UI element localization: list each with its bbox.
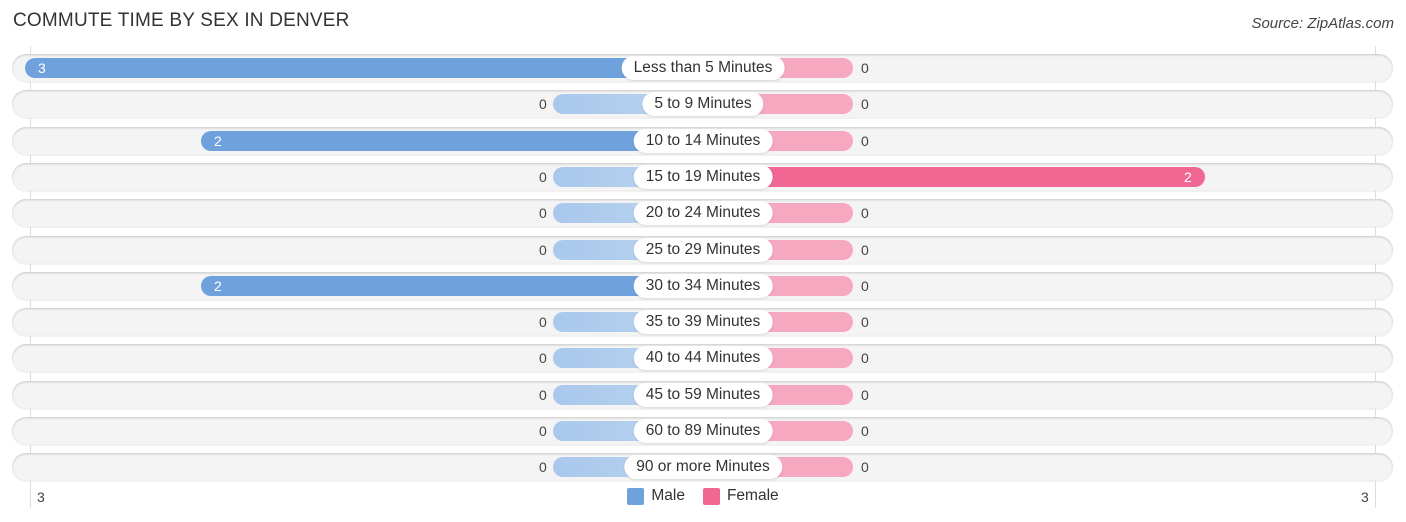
legend-label-female: Female bbox=[726, 487, 779, 504]
category-label: 35 to 39 Minutes bbox=[633, 310, 773, 335]
female-value-label: 0 bbox=[861, 96, 869, 113]
category-label: 45 to 59 Minutes bbox=[633, 382, 773, 407]
legend-item-male[interactable]: Male bbox=[627, 487, 685, 505]
male-value-label: 0 bbox=[539, 459, 547, 476]
source-label: Source: ZipAtlas.com bbox=[1251, 15, 1394, 32]
female-value-label: 0 bbox=[861, 459, 869, 476]
category-label: 20 to 24 Minutes bbox=[633, 201, 773, 226]
female-value-label: 0 bbox=[861, 241, 869, 258]
category-label: Less than 5 Minutes bbox=[621, 56, 785, 80]
legend-swatch-female bbox=[702, 487, 720, 505]
female-value-label: 0 bbox=[861, 314, 869, 331]
male-bar[interactable] bbox=[201, 130, 703, 151]
category-label: 60 to 89 Minutes bbox=[633, 419, 773, 443]
male-value-label: 0 bbox=[539, 168, 547, 185]
female-value-label: 0 bbox=[861, 350, 869, 367]
category-label: 25 to 29 Minutes bbox=[633, 237, 773, 262]
category-label: 10 to 14 Minutes bbox=[633, 128, 773, 153]
female-bar[interactable] bbox=[703, 166, 1205, 187]
category-label: 5 to 9 Minutes bbox=[642, 92, 764, 117]
female-value-label: 0 bbox=[861, 205, 869, 222]
male-value-label: 0 bbox=[539, 241, 547, 258]
female-value-label: 0 bbox=[861, 60, 869, 76]
male-value-label: 3 bbox=[38, 60, 46, 76]
male-value-label: 0 bbox=[539, 314, 547, 331]
male-value-label: 0 bbox=[539, 96, 547, 113]
category-label: 90 or more Minutes bbox=[624, 455, 782, 480]
male-value-label: 0 bbox=[539, 423, 547, 439]
category-label: 40 to 44 Minutes bbox=[633, 346, 773, 371]
male-value-label: 0 bbox=[539, 386, 547, 403]
male-value-label: 0 bbox=[539, 350, 547, 367]
legend-item-female[interactable]: Female bbox=[702, 487, 779, 505]
female-value-label: 0 bbox=[861, 277, 869, 294]
male-value-label: 0 bbox=[539, 205, 547, 222]
male-value-label: 2 bbox=[214, 132, 222, 149]
legend-label-male: Male bbox=[651, 487, 685, 504]
female-value-label: 2 bbox=[1184, 168, 1192, 185]
male-bar[interactable] bbox=[201, 275, 703, 296]
male-bar[interactable] bbox=[25, 58, 703, 78]
female-value-label: 0 bbox=[861, 132, 869, 149]
male-value-label: 2 bbox=[214, 277, 222, 294]
legend: Male Female bbox=[0, 487, 1406, 505]
female-value-label: 0 bbox=[861, 386, 869, 403]
category-label: 30 to 34 Minutes bbox=[633, 273, 773, 298]
chart-title: COMMUTE TIME BY SEX IN DENVER bbox=[13, 10, 350, 31]
female-value-label: 0 bbox=[861, 423, 869, 439]
category-label: 15 to 19 Minutes bbox=[633, 164, 773, 189]
legend-swatch-male bbox=[627, 487, 645, 505]
